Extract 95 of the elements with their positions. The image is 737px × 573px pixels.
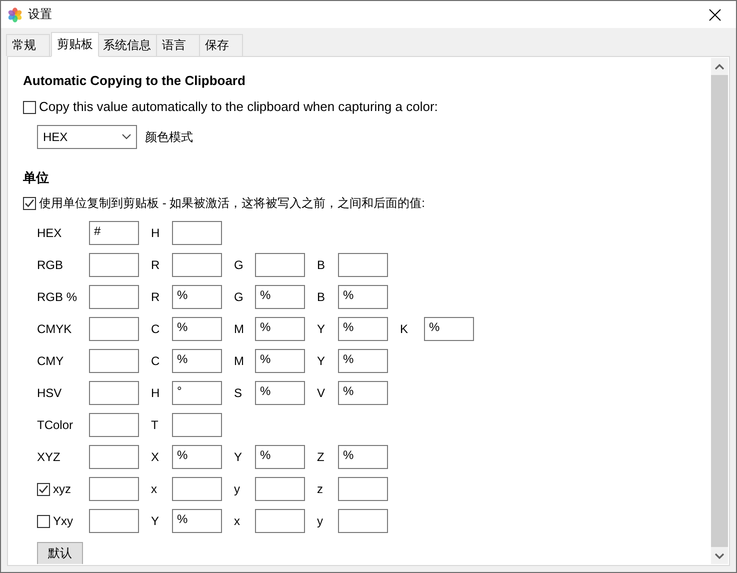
field-label: x <box>233 514 241 528</box>
input-field[interactable] <box>89 381 139 405</box>
section-heading: 单位 <box>23 169 50 187</box>
input-field[interactable]: # <box>89 221 139 245</box>
input-field[interactable] <box>172 413 222 437</box>
section-heading: Automatic Copying to the Clipboard <box>23 72 246 90</box>
input-field[interactable] <box>255 477 305 501</box>
input-field[interactable]: % <box>172 317 222 341</box>
input-field[interactable] <box>172 477 222 501</box>
input-field[interactable]: % <box>172 445 222 469</box>
input-field[interactable] <box>89 445 139 469</box>
input-field[interactable]: % <box>255 285 305 309</box>
field-label: Z <box>316 450 326 464</box>
field-label: H <box>150 226 161 240</box>
field-label: C <box>150 354 161 368</box>
input-field[interactable]: % <box>255 349 305 373</box>
checkbox-label: Yxy <box>53 514 74 528</box>
input-field[interactable] <box>89 413 139 437</box>
field-label: M <box>233 322 245 336</box>
field-label: B <box>316 258 326 272</box>
field-label: S <box>233 386 244 400</box>
input-field[interactable]: % <box>172 285 222 309</box>
field-label: R <box>150 290 161 304</box>
input-field[interactable] <box>89 253 139 277</box>
input-field[interactable] <box>89 285 139 309</box>
input-field[interactable] <box>172 253 222 277</box>
field-label: B <box>316 290 326 304</box>
chevron-down-icon <box>122 134 131 140</box>
input-field[interactable] <box>255 509 305 533</box>
field-label: G <box>233 258 244 272</box>
input-field[interactable] <box>338 509 388 533</box>
field-label: Y <box>150 514 160 528</box>
field-label: y <box>233 482 241 496</box>
close-icon <box>709 8 721 20</box>
field-label: Y <box>316 322 326 336</box>
input-field[interactable] <box>89 349 139 373</box>
input-field[interactable] <box>255 253 305 277</box>
row-label: HEX <box>37 226 63 240</box>
input-field[interactable] <box>338 253 388 277</box>
row-label: CMYK <box>37 322 73 336</box>
field-label: y <box>316 514 324 528</box>
field-label: C <box>150 322 161 336</box>
input-field[interactable] <box>89 477 139 501</box>
dropdown-label: 颜色模式 <box>145 128 193 146</box>
field-label: Y <box>316 354 326 368</box>
checkbox[interactable] <box>23 100 36 114</box>
row-label: RGB <box>37 258 64 272</box>
chevron-up-icon <box>715 64 724 70</box>
field-label: X <box>150 450 160 464</box>
field-label: V <box>316 386 326 400</box>
field-label: M <box>233 354 245 368</box>
input-field[interactable]: % <box>255 381 305 405</box>
input-field[interactable]: % <box>172 349 222 373</box>
color-mode-dropdown[interactable]: HEX <box>37 125 137 149</box>
row-label: TColor <box>37 418 74 432</box>
input-field[interactable]: % <box>424 317 474 341</box>
field-label: R <box>150 258 161 272</box>
flower-icon <box>7 6 23 22</box>
checkbox[interactable] <box>23 196 36 210</box>
input-field[interactable]: % <box>255 317 305 341</box>
input-field[interactable] <box>172 221 222 245</box>
row-label: CMY <box>37 354 65 368</box>
field-label: z <box>316 482 324 496</box>
input-field[interactable]: % <box>338 317 388 341</box>
default-button[interactable]: 默认 <box>37 542 83 564</box>
tab[interactable]: 剪贴板 <box>51 32 99 57</box>
input-field[interactable]: % <box>338 285 388 309</box>
input-field[interactable] <box>338 477 388 501</box>
checkbox-label: 使用单位复制到剪贴板 - 如果被激活，这将被写入之前，之间和后面的值: <box>39 195 425 212</box>
field-label: H <box>150 386 161 400</box>
input-field[interactable]: % <box>255 445 305 469</box>
tab[interactable]: 常规 <box>6 34 50 56</box>
window-title: 设置 <box>28 6 53 23</box>
input-field[interactable]: % <box>338 445 388 469</box>
checkbox[interactable] <box>37 514 50 528</box>
field-label: G <box>233 290 244 304</box>
input-field[interactable]: % <box>338 349 388 373</box>
scrollbar-thumb[interactable] <box>711 75 728 547</box>
row-label: HSV <box>37 386 63 400</box>
checkbox-label: xyz <box>53 482 71 496</box>
input-field[interactable]: ° <box>172 381 222 405</box>
row-label: RGB % <box>37 290 78 304</box>
input-field[interactable]: % <box>338 381 388 405</box>
field-label: K <box>399 322 410 336</box>
chevron-down-icon <box>715 552 724 558</box>
field-label: x <box>150 482 158 496</box>
input-field[interactable] <box>89 317 139 341</box>
checkbox-label: Copy this value automatically to the clipboard when capturing a color: <box>39 98 438 116</box>
field-label: Y <box>233 450 244 464</box>
field-label: T <box>150 418 160 432</box>
checkbox[interactable] <box>37 482 50 496</box>
tab[interactable]: 保存 <box>199 34 243 56</box>
row-label: XYZ <box>37 450 62 464</box>
input-field[interactable]: % <box>172 509 222 533</box>
input-field[interactable] <box>89 509 139 533</box>
